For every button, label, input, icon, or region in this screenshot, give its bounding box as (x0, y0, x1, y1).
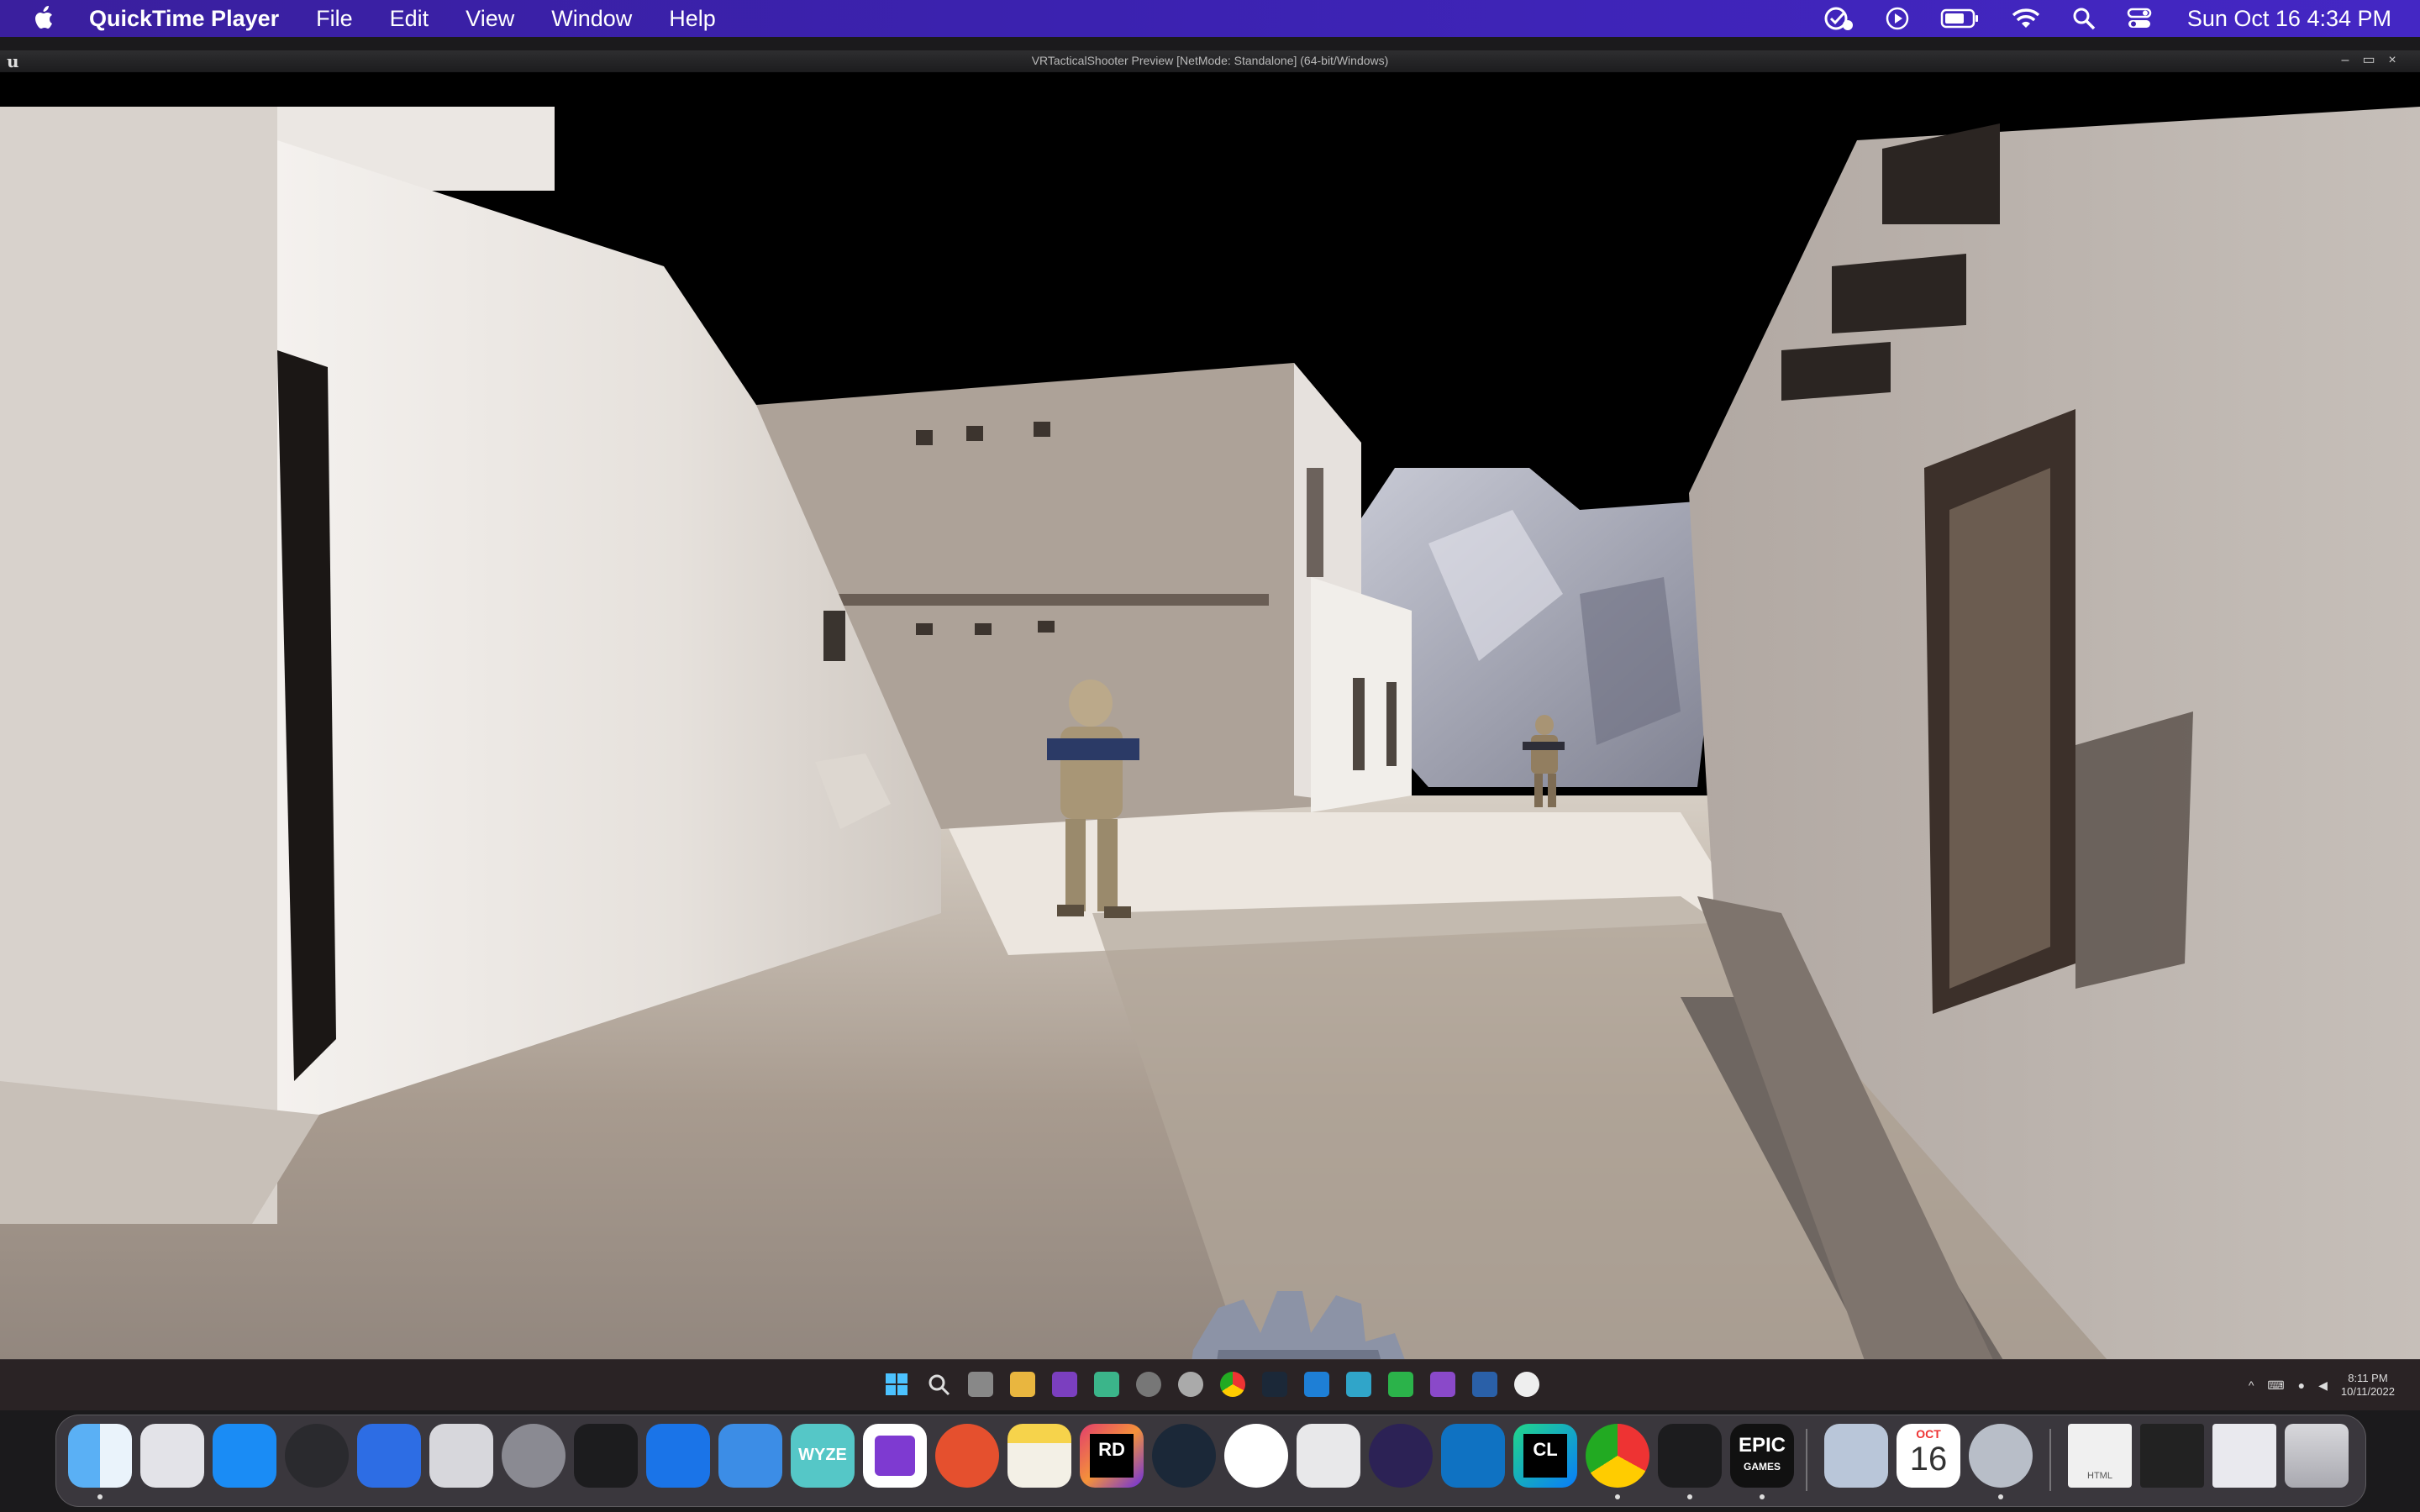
rider-tile: RD (1090, 1434, 1134, 1478)
html-document-icon[interactable]: HTML (2068, 1424, 2132, 1488)
visual-studio-icon[interactable] (1430, 1372, 1455, 1397)
terminal-icon[interactable] (574, 1424, 638, 1488)
quicktime-icon[interactable] (1969, 1424, 2033, 1488)
steam-icon[interactable] (1262, 1372, 1287, 1397)
menu-view[interactable]: View (466, 6, 514, 32)
taskbar-clock[interactable]: 8:11 PM 10/11/2022 (2341, 1372, 2395, 1399)
obs-icon[interactable] (1178, 1372, 1203, 1397)
game-window-titlebar[interactable]: u VRTacticalShooter Preview [NetMode: St… (0, 50, 2420, 73)
system-tray: ^ ⌨ ● ◀ 8:11 PM 10/11/2022 (2249, 1368, 2395, 1402)
calendar-icon[interactable]: OCT 16 (1897, 1424, 1960, 1488)
clion-tile: CL (1523, 1434, 1567, 1478)
battery-icon[interactable] (1940, 8, 1981, 29)
launchpad-icon[interactable] (140, 1424, 204, 1488)
menu-bar: QuickTime Player File Edit View Window H… (0, 0, 2420, 37)
notes-icon[interactable] (1007, 1424, 1071, 1488)
calendar-day: 16 (1909, 1441, 1948, 1478)
running-indicator (97, 1494, 103, 1499)
app-name-menu[interactable]: QuickTime Player (89, 6, 279, 32)
xcode-instruments-icon[interactable] (646, 1424, 710, 1488)
file-explorer-icon[interactable] (1010, 1372, 1035, 1397)
vscode-icon[interactable] (1441, 1424, 1505, 1488)
menu-edit[interactable]: Edit (390, 6, 429, 32)
game-window-title: VRTacticalShooter Preview [NetMode: Stan… (1031, 54, 1389, 67)
running-indicator (1998, 1494, 2003, 1499)
taskbar-time: 8:11 PM (2348, 1372, 2388, 1384)
spotlight-search-icon[interactable] (2071, 6, 2096, 31)
unity-icon[interactable] (1297, 1424, 1360, 1488)
calendar-month: OCT (1916, 1427, 1941, 1441)
terminal-icon[interactable] (1346, 1372, 1371, 1397)
apple-menu-icon[interactable] (30, 4, 59, 33)
powershell-icon[interactable] (1472, 1372, 1497, 1397)
eclipse-icon[interactable] (1369, 1424, 1433, 1488)
file-merge-icon[interactable] (1824, 1424, 1888, 1488)
start-icon[interactable] (884, 1372, 909, 1397)
menu-file[interactable]: File (316, 6, 353, 32)
taskbar-date: 10/11/2022 (2340, 1385, 2395, 1398)
rider-label: RD (1098, 1439, 1125, 1460)
app-icon[interactable] (1094, 1372, 1119, 1397)
chrome-icon[interactable] (1586, 1424, 1649, 1488)
app-store-icon[interactable] (213, 1424, 276, 1488)
menu-window[interactable]: Window (551, 6, 632, 32)
maximize-button[interactable]: ▭ (2360, 53, 2378, 68)
play-circle-icon[interactable] (1885, 6, 1910, 31)
wyze-label: WYZE (798, 1446, 847, 1464)
finder-icon[interactable] (68, 1424, 132, 1488)
menu-help[interactable]: Help (669, 6, 716, 32)
testflight-icon[interactable] (1224, 1424, 1288, 1488)
window-thumbnail-icon[interactable] (2212, 1424, 2276, 1488)
chevron-up-icon[interactable]: ^ (2249, 1378, 2254, 1392)
chrome-icon[interactable] (1220, 1372, 1245, 1397)
game-window: u VRTacticalShooter Preview [NetMode: St… (0, 50, 2420, 1410)
dock-separator (2049, 1429, 2051, 1491)
windows-taskbar: ^ ⌨ ● ◀ 8:11 PM 10/11/2022 (0, 1359, 2420, 1410)
dock: WYZE RD CL EPIC GAMES OCT 16 HTML (55, 1415, 2366, 1507)
steam-icon[interactable] (1152, 1424, 1216, 1488)
unreal-engine-icon[interactable] (1514, 1372, 1539, 1397)
epic-games-icon[interactable]: EPIC GAMES (1730, 1424, 1794, 1488)
menubar-clock[interactable]: Sun Oct 16 4:34 PM (2187, 6, 2391, 32)
rider-icon[interactable]: RD (1080, 1424, 1144, 1488)
control-center-icon[interactable] (2127, 6, 2152, 31)
search-icon[interactable] (926, 1372, 951, 1397)
system-preferences-icon[interactable] (502, 1424, 566, 1488)
preview-scanner-icon[interactable] (429, 1424, 493, 1488)
xcode-icon[interactable] (718, 1424, 782, 1488)
remote-desktop-icon[interactable] (935, 1424, 999, 1488)
close-button[interactable]: × (2383, 53, 2402, 68)
compressor-icon[interactable] (285, 1424, 349, 1488)
onenote-tile (875, 1436, 915, 1476)
onenote-icon[interactable] (1052, 1372, 1077, 1397)
chrome-dev-icon[interactable] (1136, 1372, 1161, 1397)
media-player-icon[interactable] (1388, 1372, 1413, 1397)
minimize-button[interactable]: – (2336, 53, 2354, 68)
document-label: HTML (2087, 1471, 2112, 1481)
running-indicator (1760, 1494, 1765, 1499)
keyboard-icon[interactable]: ⌨ (2267, 1378, 2284, 1393)
speaker-icon[interactable]: ◀ (2318, 1378, 2328, 1393)
wyze-icon[interactable]: WYZE (791, 1424, 855, 1488)
epic-label-1: EPIC (1738, 1434, 1786, 1457)
game-scene (0, 73, 2420, 1410)
screenshot-thumbnail-icon[interactable] (2140, 1424, 2204, 1488)
trash-icon[interactable] (2285, 1424, 2349, 1488)
microphone-icon[interactable]: ● (2298, 1378, 2305, 1392)
wifi-icon[interactable] (2011, 7, 2041, 30)
onenote-icon[interactable] (863, 1424, 927, 1488)
dock-separator (1806, 1429, 1807, 1491)
running-indicator (1687, 1494, 1692, 1499)
game-viewport[interactable] (0, 73, 2420, 1410)
clion-label: CL (1533, 1439, 1558, 1460)
swift-playgrounds-icon[interactable] (357, 1424, 421, 1488)
checkmark-badge-icon[interactable] (1823, 5, 1854, 32)
terminal-2-icon[interactable] (1658, 1424, 1722, 1488)
clion-icon[interactable]: CL (1513, 1424, 1577, 1488)
vscode-icon[interactable] (1304, 1372, 1329, 1397)
epic-label-2: GAMES (1743, 1461, 1781, 1473)
running-indicator (1615, 1494, 1620, 1499)
left-wall-far (0, 107, 277, 1224)
task-view-icon[interactable] (968, 1372, 993, 1397)
